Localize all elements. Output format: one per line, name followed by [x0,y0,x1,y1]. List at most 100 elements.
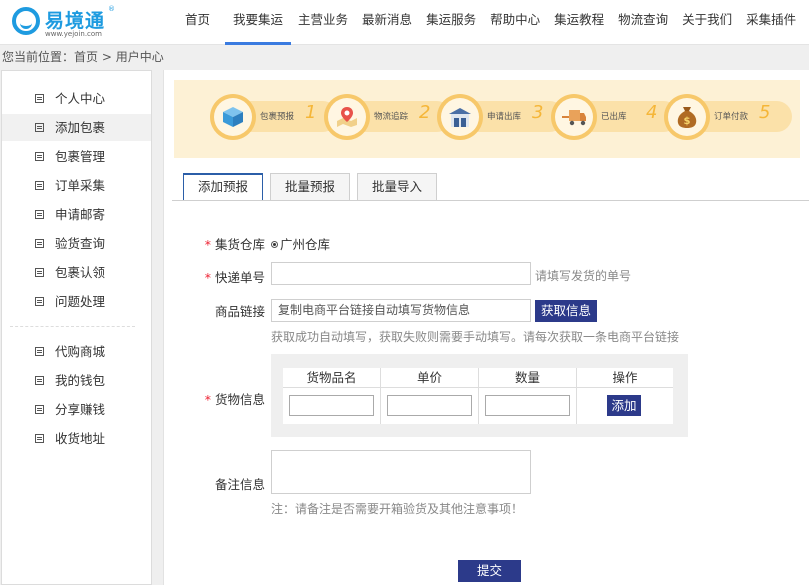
nav-label: 集运教程 [554,12,605,27]
breadcrumb-prefix: 您当前位置： [2,50,75,64]
sidebar-item-issues[interactable]: 问题处理 [2,288,151,315]
product-link-input[interactable]: 复制电商平台链接自动填写货物信息 [271,299,531,322]
list-icon [35,152,44,161]
submit-button[interactable]: 提交 [458,560,521,582]
step-shipped: 已出库 4 [551,89,681,149]
add-goods-button[interactable]: 添加 [607,395,641,416]
box-icon [214,98,252,136]
nav-item-business[interactable]: 主营业务 [291,0,355,45]
tab-batch-forecast[interactable]: 批量预报 [270,173,351,200]
goods-column-price: 单价 [381,368,478,388]
sidebar-item-label: 申请邮寄 [55,207,106,222]
list-icon [35,94,44,103]
sidebar-item-address[interactable]: 收货地址 [2,425,151,452]
nav-label: 最新消息 [362,12,413,27]
nav-item-services[interactable]: 集运服务 [419,0,483,45]
tab-add-forecast[interactable]: 添加预报 [183,173,264,201]
link-label: 商品链接 [214,304,265,319]
fetch-info-button[interactable]: 获取信息 [535,300,597,322]
step-payment: $ 订单付款 5 [664,89,794,149]
sidebar-item-wallet[interactable]: 我的钱包 [2,367,151,394]
sidebar-item-inspection[interactable]: 验货查询 [2,230,151,257]
list-icon [35,297,44,306]
nav-item-news[interactable]: 最新消息 [355,0,419,45]
sidebar-item-profile[interactable]: 个人中心 [2,85,151,112]
warehouse-icon [441,98,479,136]
warehouse-label-text: 集货仓库 [214,237,265,252]
goods-column-quantity: 数量 [479,368,576,388]
warehouse-label: * 集货仓库 [185,234,265,253]
radio-selected-icon [271,241,278,248]
nav-item-plugin[interactable]: 采集插件 [739,0,803,45]
tracking-label-text: 快递单号 [214,270,265,285]
required-mark: * [204,392,211,407]
sidebar-item-claim[interactable]: 包裹认领 [2,259,151,286]
tab-batch-import[interactable]: 批量导入 [357,173,438,200]
step-apply-outbound: 申请出库 3 [437,89,567,149]
remark-textarea[interactable] [271,450,531,494]
main-panel: 包裹预报 1 物流追踪 2 申请出库 3 已出库 4 $ 订单付款 5 添加预报… [163,70,809,585]
sidebar-item-share[interactable]: 分享赚钱 [2,396,151,423]
sidebar-item-label: 订单采集 [55,178,106,193]
sidebar-item-label: 包裹认领 [55,265,106,280]
step-forecast: 包裹预报 1 [210,89,340,149]
sidebar-item-shop[interactable]: 代购商城 [2,338,151,365]
goods-name-input[interactable] [289,395,374,416]
svg-text:$: $ [684,116,691,127]
sidebar-item-order-collection[interactable]: 订单采集 [2,172,151,199]
logo[interactable]: 易境通 ® www.yejoin.com [12,5,132,41]
sidebar-item-add-package[interactable]: 添加包裹 [2,114,151,141]
tab-underline [172,200,809,201]
sidebar-item-apply-shipping[interactable]: 申请邮寄 [2,201,151,228]
goods-quantity-input[interactable] [485,395,570,416]
sidebar-item-label: 问题处理 [55,294,106,309]
form-tabs: 添加预报 批量预报 批量导入 [183,173,444,201]
list-icon [35,123,44,132]
sidebar: 个人中心 添加包裹 包裹管理 订单采集 申请邮寄 验货查询 包裹认领 问题处理 … [1,70,152,585]
goods-price-input[interactable] [387,395,472,416]
remark-label: 备注信息 [214,477,265,492]
sidebar-divider [10,326,135,327]
warehouse-radio[interactable]: 广州仓库 [271,234,330,253]
main-nav: 首页 我要集运 主营业务 最新消息 集运服务 帮助中心 集运教程 物流查询 关于… [170,0,803,45]
list-icon [35,434,44,443]
breadcrumb-current: 用户中心 [115,50,164,64]
step-number: 3 [532,102,544,123]
nav-item-home[interactable]: 首页 [170,0,225,45]
truck-icon [555,98,593,136]
logo-name: 易境通 [45,10,106,32]
breadcrumb-separator: > [98,50,116,64]
goods-label-text: 货物信息 [214,392,265,407]
nav-item-tutorial[interactable]: 集运教程 [547,0,611,45]
step-number: 4 [646,102,658,123]
nav-label: 关于我们 [682,12,733,27]
step-label: 订单付款 [714,112,749,122]
nav-item-help[interactable]: 帮助中心 [483,0,547,45]
sidebar-item-package-management[interactable]: 包裹管理 [2,143,151,170]
nav-item-consolidation[interactable]: 我要集运 [225,0,292,45]
list-icon [35,347,44,356]
tracking-number-input[interactable] [271,262,531,285]
step-label: 已出库 [601,112,627,122]
tracking-label: * 快递单号 [185,267,265,286]
sidebar-item-label: 个人中心 [55,91,106,106]
nav-item-about[interactable]: 关于我们 [675,0,739,45]
step-circle [551,94,597,140]
sidebar-item-label: 包裹管理 [55,149,106,164]
sidebar-item-label: 分享赚钱 [55,402,106,417]
required-mark: * [204,270,211,285]
list-icon [35,405,44,414]
goods-info-box: 货物品名 单价 数量 操作 添加 [271,354,688,437]
sidebar-item-label: 我的钱包 [55,373,106,388]
step-label: 包裹预报 [260,112,295,122]
nav-label: 我要集运 [233,12,284,27]
tracking-hint: 请填写发货的单号 [535,269,632,283]
nav-item-tracking[interactable]: 物流查询 [611,0,675,45]
list-icon [35,268,44,277]
goods-column-action: 操作 [577,368,673,388]
process-steps: 包裹预报 1 物流追踪 2 申请出库 3 已出库 4 $ 订单付款 5 [174,80,800,158]
link-hint: 获取成功自动填写，获取失败则需要手动填写。请每次获取一条电商平台链接 [271,330,680,344]
list-icon [35,181,44,190]
breadcrumb-home-link[interactable]: 首页 [74,50,98,64]
required-mark: * [204,237,211,252]
